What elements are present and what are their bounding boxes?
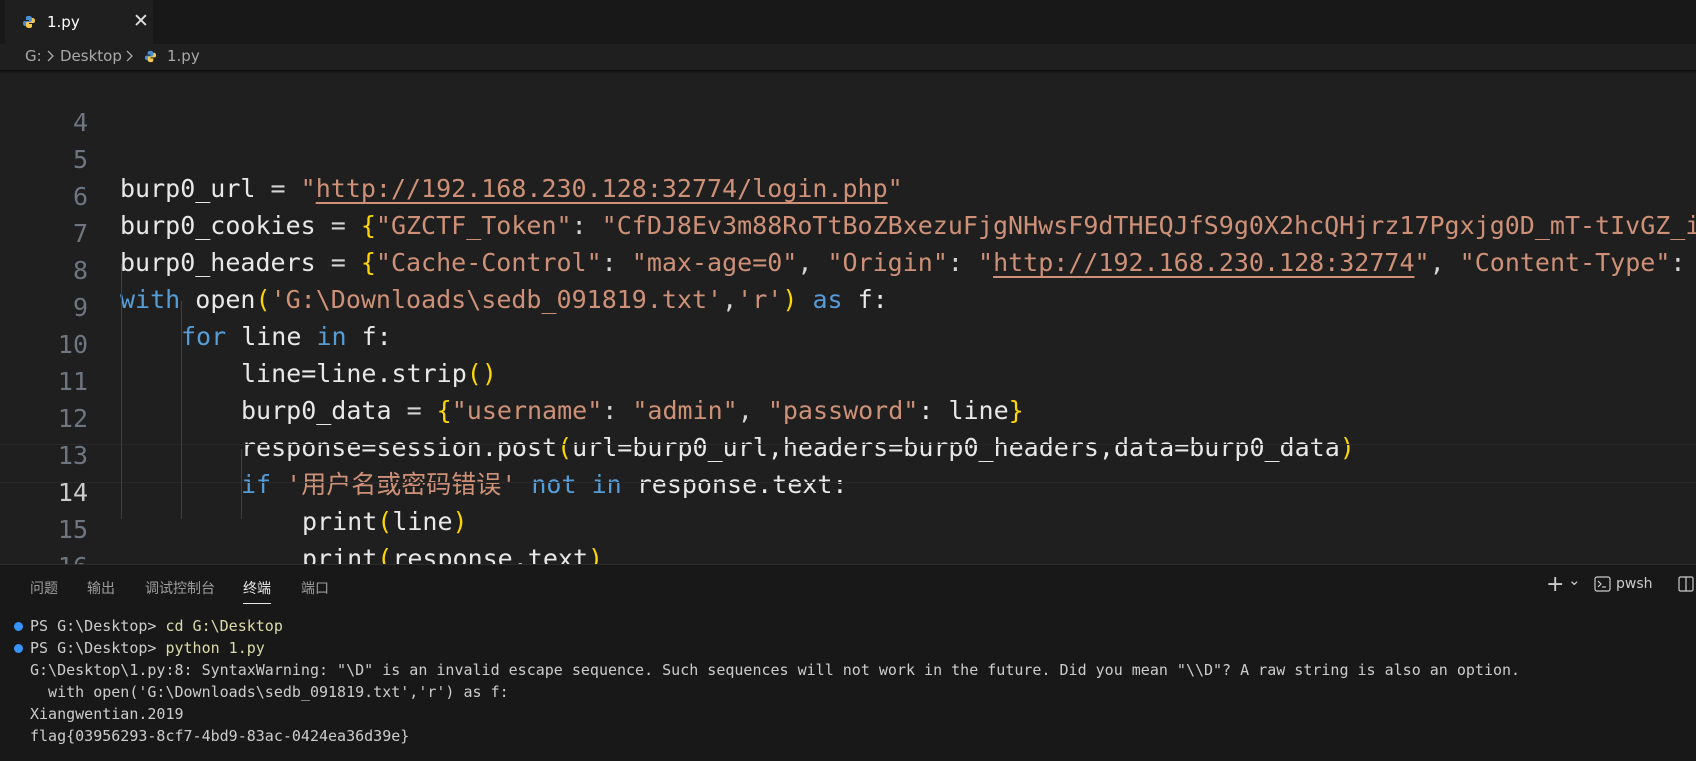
tab-output[interactable]: 输出	[87, 578, 115, 598]
breadcrumb-file[interactable]: 1.py	[167, 47, 200, 65]
chevron-down-icon[interactable]: ⌄	[1568, 571, 1581, 589]
split-terminal-icon[interactable]	[1678, 576, 1694, 596]
bottom-panel: 问题 输出 调试控制台 终端 端口 + ⌄ pwsh PS G:\Desktop…	[0, 564, 1696, 761]
chevron-right-icon	[46, 46, 56, 70]
tab-problems[interactable]: 问题	[30, 578, 58, 598]
code-line: 9 for line in f:	[0, 260, 1696, 351]
code-line: 11 burp0_data = {"username": "admin", "p…	[0, 334, 1696, 425]
code-line-current: 14 print(line)	[0, 444, 1696, 536]
code-line: 16	[0, 519, 1696, 564]
code-line: 5 burp0_url = "http://192.168.230.128:32…	[0, 112, 1696, 203]
code-line: 8 with open('G:\Downloads\sedb_091819.tx…	[0, 223, 1696, 314]
shell-name[interactable]: pwsh	[1616, 576, 1653, 592]
python-file-icon	[22, 14, 36, 33]
code-line: 12 response=session.post(url=burp0_url,h…	[0, 371, 1696, 462]
breadcrumb: G: Desktop 1.py	[0, 44, 1696, 70]
tab-terminal[interactable]: 终端	[243, 578, 271, 604]
terminal-line: G:\Desktop\1.py:8: SyntaxWarning: "\D" i…	[30, 661, 1521, 679]
tab-bar: 1.py ✕	[0, 0, 1696, 45]
panel-actions: + ⌄ pwsh	[1546, 571, 1696, 599]
terminal-line: PS G:\Desktop> python 1.py	[30, 639, 265, 657]
terminal-line: flag{03956293-8cf7-4bd9-83ac-0424ea36d39…	[30, 727, 410, 745]
command-decoration-icon[interactable]	[14, 644, 23, 653]
code-line: 15 print(response.text)	[0, 482, 1696, 564]
python-file-icon	[144, 49, 157, 67]
indent-guide	[121, 264, 122, 519]
line-number: 16	[0, 548, 88, 564]
close-icon[interactable]: ✕	[131, 11, 151, 31]
terminal-icon	[1594, 576, 1611, 596]
code-line: 6 burp0_cookies = {"GZCTF_Token": "CfDJ8…	[0, 149, 1696, 240]
code-line: 10 line=line.strip()	[0, 297, 1696, 388]
tab-label: 1.py	[47, 13, 80, 31]
tab-ports[interactable]: 端口	[301, 578, 329, 598]
indent-guide	[241, 449, 242, 519]
tab-debug-console[interactable]: 调试控制台	[145, 578, 215, 598]
editor-scroll-shadow	[0, 70, 1696, 74]
code-line: 4	[0, 75, 1696, 137]
command-decoration-icon[interactable]	[14, 622, 23, 631]
code-line: 7 burp0_headers = {"Cache-Control": "max…	[0, 186, 1696, 277]
terminal-line: with open('G:\Downloads\sedb_091819.txt'…	[30, 683, 509, 701]
indent-guide	[181, 301, 182, 519]
chevron-right-icon	[125, 46, 135, 70]
new-terminal-plus-icon[interactable]: +	[1546, 572, 1564, 597]
breadcrumb-folder[interactable]: Desktop	[60, 47, 122, 65]
breadcrumb-drive[interactable]: G:	[25, 47, 42, 65]
terminal-line: Xiangwentian.2019	[30, 705, 184, 723]
code-editor[interactable]: 4 5 burp0_url = "http://192.168.230.128:…	[0, 70, 1696, 564]
editor-tab-1py[interactable]: 1.py ✕	[5, 0, 153, 45]
code-line: 13 if '用户名或密码错误' not in response.text:	[0, 408, 1696, 499]
terminal-line: PS G:\Desktop> cd G:\Desktop	[30, 617, 283, 635]
